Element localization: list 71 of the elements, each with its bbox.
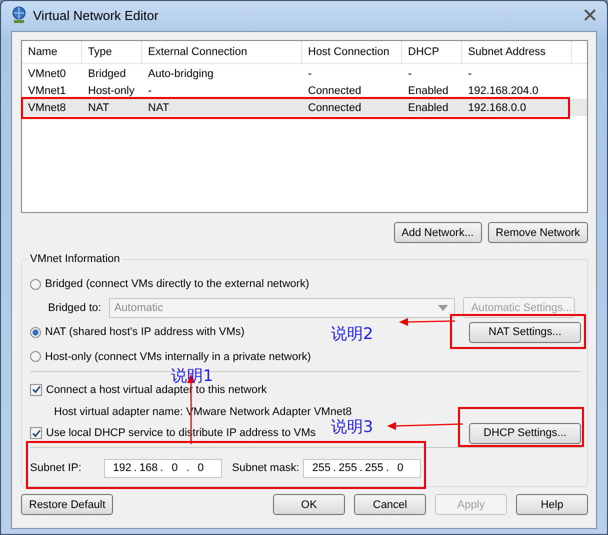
annotation-label: 说明1 [171,367,214,385]
octet-separator: . [160,462,164,474]
octet-value: 192 [113,462,132,474]
table-cell-text: NAT [87,102,110,114]
table-cell-text: Auto-bridging [147,68,214,80]
octet-separator: . [332,462,337,474]
table-cell-text: Enabled [407,102,450,114]
group-title: VMnet Information [28,253,122,265]
octet-separator: . [358,462,363,474]
radio-button[interactable] [30,326,41,338]
octet-value: 0 [196,462,205,474]
dhcp-settings-button[interactable]: DHCP Settings... [469,422,581,444]
octet-separator: . [186,462,190,474]
button[interactable]: Remove Network [488,222,588,243]
subnet-mask-field[interactable]: 255 . 255 . 255 . 0 [303,458,422,478]
close-icon[interactable] [583,9,597,21]
table-row[interactable]: VMnet0 Bridged Auto-bridging - - - [22,65,587,82]
field-label: Subnet IP: [30,462,82,474]
table-cell-text: - [307,68,313,80]
octet-value: 0 [170,462,179,474]
table-cell-text: Bridged [87,68,127,80]
table-cell-text: Enabled [407,84,450,96]
caret-icon [438,304,448,311]
table-cell-text: Connected [307,84,362,96]
checkbox[interactable] [30,384,42,396]
button[interactable]: Cancel [354,494,426,515]
button[interactable]: Restore Default [21,494,114,515]
table-cell-text: - [467,68,473,80]
radio-label: Host-only (connect VMs internally in a private network) [45,350,311,363]
octet-value: 168 [139,462,158,474]
arrow [399,318,455,326]
table-cell-text: VMnet0 [27,68,67,80]
octet-value: 255 [312,462,331,474]
octet-value: 255 [364,462,384,474]
octet-value: 255 [338,462,357,474]
column-header[interactable]: Name [22,41,82,63]
column-header[interactable]: External Connection [142,41,302,63]
annotation-label: 说明2 [331,325,374,343]
window-title: Virtual Network Editor [33,8,158,22]
subnet-ip-field[interactable]: 192 . 168 . 0 . 0 [104,458,222,478]
table-row[interactable]: VMnet1 Host-only - Connected Enabled 192.168.204.0 [22,82,587,99]
button[interactable]: Help [516,494,588,515]
table-cell-text: Host-only [87,84,136,96]
button[interactable]: OK [273,494,345,515]
octet-separator: . [385,462,390,474]
octet-separator: . [133,462,138,474]
column-header[interactable]: Subnet Address [462,41,572,63]
radio-label: Bridged (connect VMs directly to the external network) [45,278,310,290]
annotation-label: 说明3 [331,418,374,436]
table-cell-text: - [407,68,413,80]
column-header[interactable]: DHCP [402,41,462,63]
radio-button[interactable] [30,351,41,362]
table-cell-text: VMnet1 [27,84,67,96]
table-cell-text: NAT [147,102,170,114]
nat-settings-button[interactable]: NAT Settings... [469,322,581,343]
octet-value: 0 [396,462,404,474]
table-cell-text: 192.168.0.0 [467,102,528,114]
radio-label: NAT (shared host's IP address with VMs) [45,326,245,338]
globe-icon [11,6,27,24]
table-cell-text: Connected [307,102,362,114]
field-label: Subnet mask: [232,462,300,474]
table-cell-text: VMnet8 [27,102,67,114]
column-header[interactable]: Type [82,41,142,63]
checkbox[interactable] [30,427,42,440]
button[interactable]: Add Network... [394,222,482,243]
table-row[interactable]: VMnet8 NAT NAT Connected Enabled 192.168.0.0 [22,99,587,116]
column-header[interactable]: Host Connection [302,41,402,63]
field-label: Bridged to: [48,302,102,314]
table-cell-text: 192.168.204.0 [467,84,540,96]
radio-button[interactable] [30,278,41,290]
table-cell-text: - [147,84,153,96]
